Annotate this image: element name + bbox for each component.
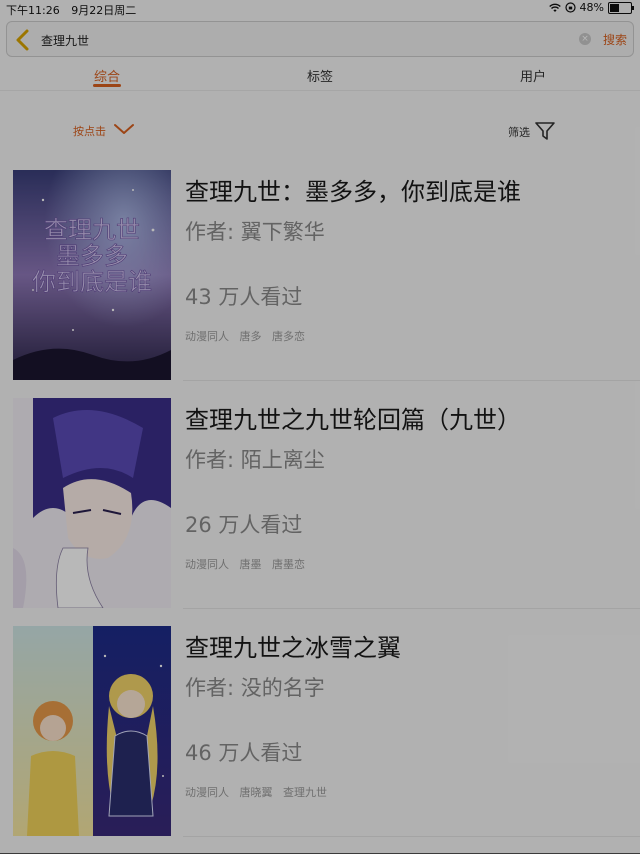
tab-divider xyxy=(0,90,640,91)
active-tab-indicator xyxy=(93,84,121,87)
book-author: 作者: 陌上离尘 xyxy=(185,448,325,472)
tag[interactable]: 动漫同人 xyxy=(185,558,229,571)
cover-image xyxy=(13,626,171,836)
tag[interactable]: 唐多 xyxy=(240,330,262,343)
book-views: 26 万人看过 xyxy=(185,513,303,537)
book-title[interactable]: 查理九世之冰雪之翼 xyxy=(185,628,401,663)
book-views: 43 万人看过 xyxy=(185,285,303,309)
book-title[interactable]: 查理九世：墨多多，你到底是谁 xyxy=(185,172,521,207)
search-button[interactable]: 搜索 xyxy=(603,31,627,48)
cover-image xyxy=(13,398,171,608)
tag[interactable]: 查理九世 xyxy=(283,786,327,799)
search-bar: 查理九世 × 搜索 xyxy=(6,21,634,57)
result-item[interactable]: 查理九世 墨多多 你到底是谁 查理九世：墨多多，你到底是谁 作者: 翼下繁华 4… xyxy=(0,170,640,398)
tag[interactable]: 动漫同人 xyxy=(185,330,229,343)
battery-icon xyxy=(608,1,634,14)
status-bar: 下午11:26 9月22日周二 48% xyxy=(0,0,640,18)
search-input[interactable]: 查理九世 xyxy=(41,32,89,49)
item-divider xyxy=(183,380,640,381)
book-cover[interactable] xyxy=(13,626,171,836)
back-chevron-icon[interactable] xyxy=(13,28,33,52)
cover-image: 查理九世 墨多多 你到底是谁 xyxy=(13,170,171,380)
item-divider xyxy=(183,608,640,609)
tag[interactable]: 唐晓翼 xyxy=(240,786,273,799)
book-title[interactable]: 查理九世之九世轮回篇（九世） xyxy=(185,400,521,435)
tag[interactable]: 唐墨 xyxy=(240,558,262,571)
result-item[interactable]: 查理九世之九世轮回篇（九世） 作者: 陌上离尘 26 万人看过 动漫同人 唐墨 … xyxy=(0,398,640,626)
cover-title-line-3: 你到底是谁 xyxy=(32,268,152,296)
item-divider xyxy=(183,836,640,837)
tab-bar: 综合 标签 用户 xyxy=(0,62,640,92)
search-results-page: 下午11:26 9月22日周二 48% 查理九世 × 搜索 综合 标签 用户 按… xyxy=(0,0,640,853)
book-cover[interactable] xyxy=(13,398,171,608)
tab-tags[interactable]: 标签 xyxy=(307,66,333,85)
sort-dropdown[interactable]: 按点击 xyxy=(73,123,106,139)
book-author: 作者: 没的名字 xyxy=(185,676,325,700)
chevron-down-icon[interactable] xyxy=(112,122,136,136)
status-date: 9月22日周二 xyxy=(71,4,137,17)
tag[interactable]: 动漫同人 xyxy=(185,786,229,799)
book-tags: 动漫同人 唐晓翼 查理九世 xyxy=(185,784,334,800)
tab-overall[interactable]: 综合 xyxy=(94,66,120,85)
filter-button[interactable]: 筛选 xyxy=(508,124,530,140)
status-time: 下午11:26 xyxy=(6,4,60,17)
book-tags: 动漫同人 唐墨 唐墨恋 xyxy=(185,556,312,572)
tag[interactable]: 唐墨恋 xyxy=(272,558,305,571)
wifi-icon xyxy=(548,3,561,12)
clear-search-icon[interactable]: × xyxy=(579,33,591,45)
cover-title-line-2: 墨多多 xyxy=(56,242,128,270)
battery-percent: 48% xyxy=(579,1,604,14)
funnel-icon[interactable] xyxy=(534,120,556,142)
tab-users[interactable]: 用户 xyxy=(520,66,546,85)
book-tags: 动漫同人 唐多 唐多恋 xyxy=(185,328,312,344)
tag[interactable]: 唐多恋 xyxy=(272,330,305,343)
book-author: 作者: 翼下繁华 xyxy=(185,220,325,244)
cover-title-line-1: 查理九世 xyxy=(44,216,140,244)
orientation-lock-icon xyxy=(564,2,576,13)
book-cover[interactable]: 查理九世 墨多多 你到底是谁 xyxy=(13,170,171,380)
book-views: 46 万人看过 xyxy=(185,741,303,765)
result-item[interactable]: 查理九世之冰雪之翼 作者: 没的名字 46 万人看过 动漫同人 唐晓翼 查理九世 xyxy=(0,626,640,854)
